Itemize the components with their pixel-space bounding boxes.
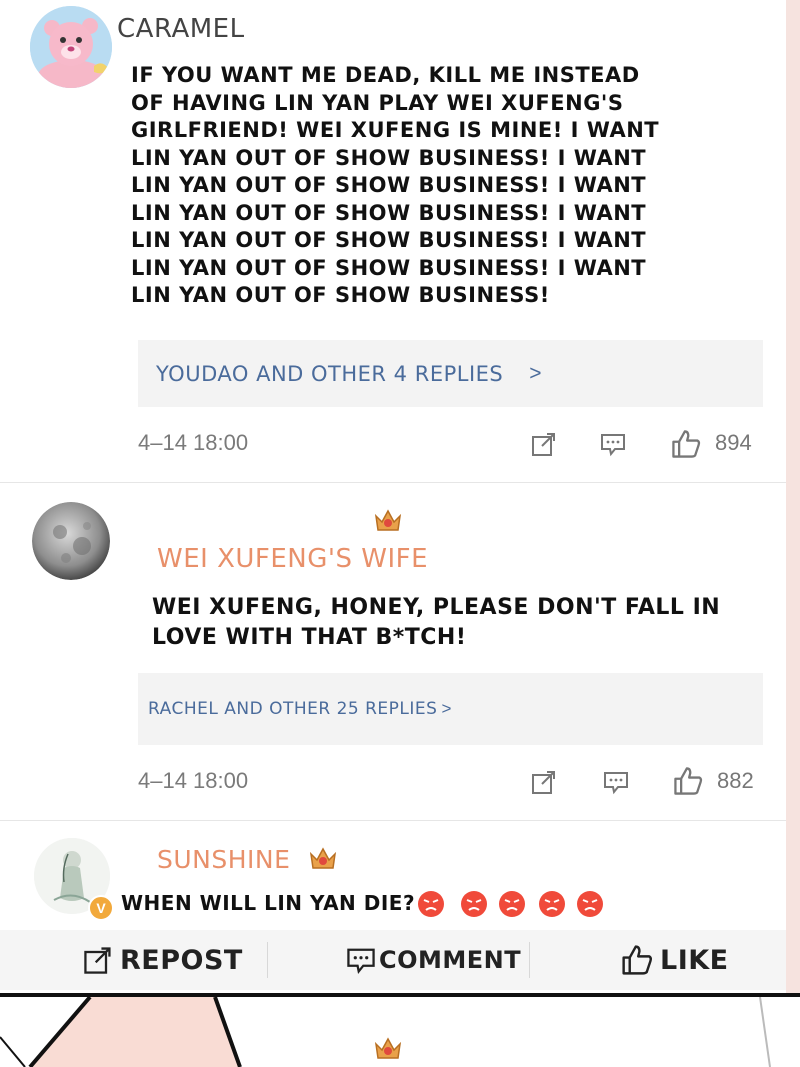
- avatar[interactable]: [30, 6, 112, 88]
- comment-icon[interactable]: [599, 430, 627, 458]
- crown-icon: [373, 506, 403, 534]
- comment-text: WHEN WILL LIN YAN DIE?: [121, 891, 416, 915]
- repost-icon[interactable]: [530, 430, 558, 458]
- separator: [529, 942, 530, 978]
- thumbs-up-icon[interactable]: [670, 428, 702, 460]
- repost-button[interactable]: REPOST: [82, 930, 243, 990]
- thumbs-up-icon[interactable]: [672, 765, 704, 797]
- like-label: LIKE: [660, 944, 729, 976]
- moon-icon: [32, 502, 110, 580]
- verified-badge-label: V: [96, 900, 106, 916]
- replies-preview[interactable]: YOUDAO AND OTHER 4 REPLIES >: [138, 340, 763, 407]
- username[interactable]: SUNSHINE: [157, 845, 290, 874]
- chevron-right-icon: >: [529, 361, 542, 385]
- comment-label: COMMENT: [379, 946, 522, 974]
- username[interactable]: CARAMEL: [117, 14, 245, 44]
- replies-preview[interactable]: RACHEL AND OTHER 25 REPLIES >: [138, 673, 763, 745]
- angry-face-icon: [417, 890, 445, 918]
- angry-face-icon: [498, 890, 526, 918]
- angry-face-icon: [576, 890, 604, 918]
- divider: [0, 820, 786, 821]
- crown-icon: [308, 844, 338, 872]
- like-count: 882: [717, 768, 754, 793]
- replies-link[interactable]: YOUDAO AND OTHER 4 REPLIES: [156, 362, 503, 386]
- timestamp: 4–14 18:00: [138, 768, 249, 793]
- like-button[interactable]: LIKE: [620, 930, 729, 990]
- chevron-right-icon: >: [441, 699, 452, 718]
- comment-button[interactable]: COMMENT: [345, 930, 521, 990]
- divider: [0, 482, 786, 483]
- timestamp: 4–14 18:00: [138, 430, 249, 455]
- repost-label: REPOST: [120, 944, 243, 976]
- angry-face-icon: [460, 890, 488, 918]
- comment-icon: [347, 948, 375, 975]
- replies-link[interactable]: RACHEL AND OTHER 25 REPLIES: [148, 699, 437, 719]
- repost-icon[interactable]: [530, 768, 558, 796]
- comment-icon[interactable]: [602, 768, 630, 796]
- comment-feed-panel: CARAMEL IF YOU WANT ME DEAD, KILL ME INS…: [0, 0, 800, 1067]
- care-bear-icon: [30, 6, 112, 88]
- angry-face-icon: [538, 890, 566, 918]
- comment-text: WEI XUFENG, HONEY, PLEASE DON'T FALL IN …: [152, 595, 721, 650]
- repost-icon: [84, 947, 111, 974]
- comment-text: IF YOU WANT ME DEAD, KILL ME INSTEAD OF …: [131, 63, 660, 307]
- verified-badge: V: [88, 895, 114, 921]
- thumbs-up-icon: [622, 945, 652, 975]
- separator: [267, 942, 268, 978]
- avatar[interactable]: [32, 502, 110, 580]
- crown-icon: [373, 1034, 403, 1062]
- like-count: 894: [715, 430, 752, 455]
- page-edge-strip: [786, 0, 800, 995]
- username[interactable]: WEI XUFENG'S WIFE: [157, 544, 428, 574]
- action-bar: REPOST COMMENT LIKE: [0, 930, 786, 990]
